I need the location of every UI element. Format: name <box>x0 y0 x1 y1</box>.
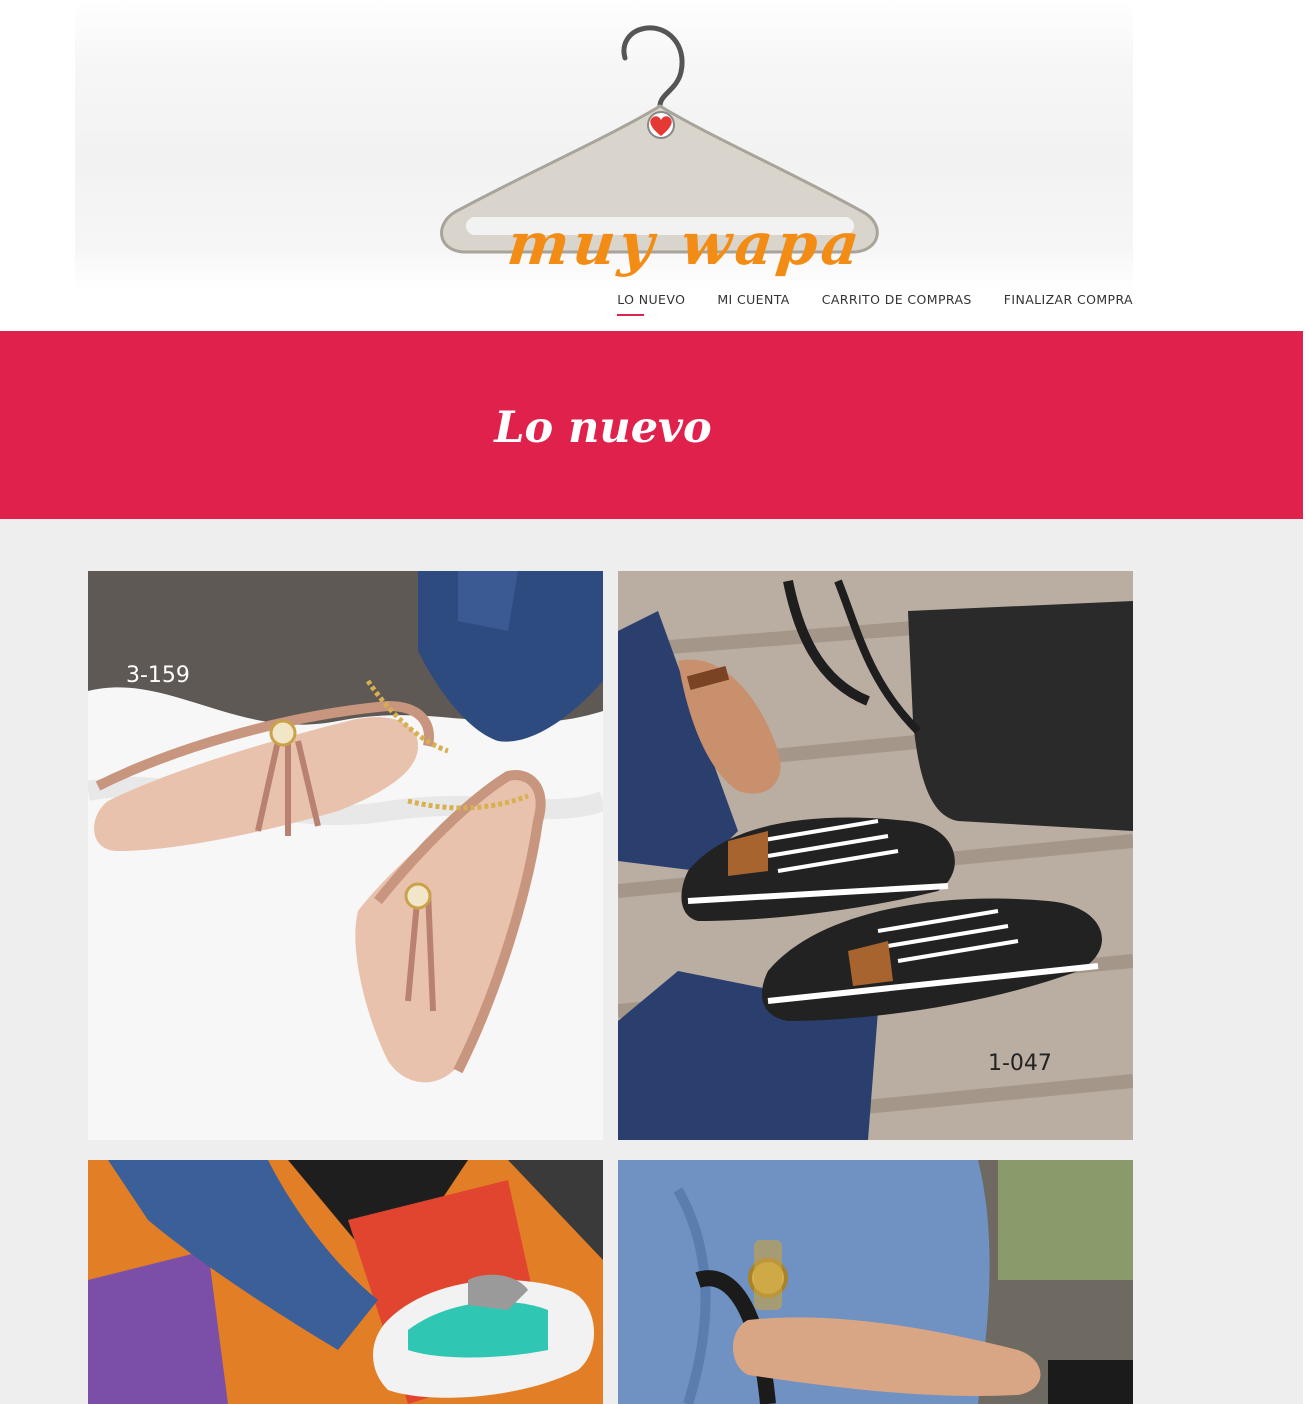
product-card-sandals[interactable]: 3-159 <box>88 571 603 1140</box>
product-card-sneakers[interactable]: 1-047 <box>618 571 1133 1140</box>
nav-item-finalizar-compra[interactable]: FINALIZAR COMPRA <box>1004 292 1133 307</box>
main-nav: LO NUEVO MI CUENTA CARRITO DE COMPRAS FI… <box>585 292 1133 316</box>
product-image <box>618 571 1133 1140</box>
site-header: muy wapa LO NUEVO MI CUENTA CARRITO DE C… <box>0 0 1309 331</box>
product-image <box>88 571 603 1140</box>
nav-item-lo-nuevo[interactable]: LO NUEVO <box>617 292 685 316</box>
nav-item-carrito[interactable]: CARRITO DE COMPRAS <box>822 292 972 307</box>
product-code: 3-159 <box>126 663 190 688</box>
logo-area[interactable]: muy wapa <box>75 0 1133 290</box>
product-card-colorful-sneakers[interactable] <box>88 1160 603 1404</box>
product-card-bag-watch[interactable] <box>618 1160 1133 1404</box>
brand-name: muy wapa <box>504 210 867 278</box>
product-grid: 3-159 1-047 <box>0 519 1303 1404</box>
page-title-banner: Lo nuevo <box>0 331 1303 519</box>
nav-item-mi-cuenta[interactable]: MI CUENTA <box>717 292 789 307</box>
product-image <box>88 1160 603 1404</box>
product-code: 1-047 <box>988 1051 1052 1076</box>
page-title: Lo nuevo <box>494 403 712 453</box>
product-image <box>618 1160 1133 1404</box>
